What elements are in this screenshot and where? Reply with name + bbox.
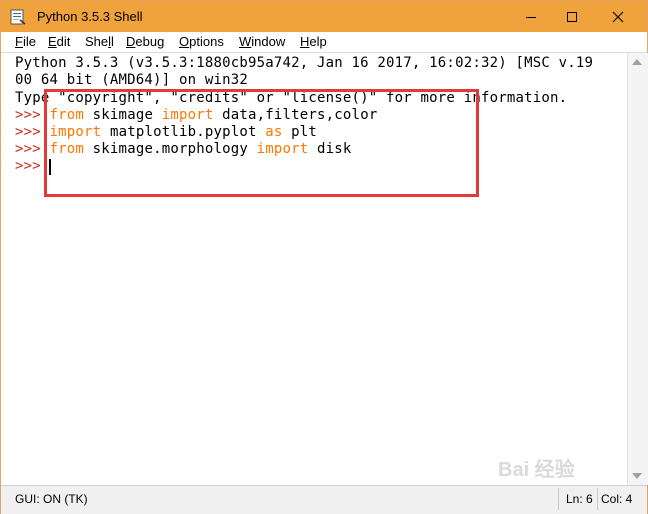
prompt: >>>: [15, 107, 41, 123]
maximize-button[interactable]: [549, 1, 595, 32]
scroll-down-icon[interactable]: [632, 473, 642, 479]
close-icon: [612, 11, 624, 22]
maximize-icon: [567, 11, 577, 22]
menu-debug-label: ebug: [135, 34, 165, 49]
menu-options[interactable]: Options: [179, 34, 224, 49]
menu-file[interactable]: File: [15, 34, 36, 49]
menu-debug-mnemonic: D: [126, 34, 136, 49]
banner-line-2: 00 64 bit (AMD64)] on win32: [15, 72, 248, 88]
menu-window-mnemonic: W: [239, 34, 252, 49]
gui-status: GUI: ON (TK): [15, 492, 88, 506]
python-idle-icon: [10, 9, 26, 25]
menu-window[interactable]: Window: [239, 34, 285, 49]
minimize-button[interactable]: [508, 1, 554, 32]
menu-shell-prefix: She: [85, 34, 109, 49]
close-button[interactable]: [595, 1, 641, 32]
menu-shell-label: l: [111, 34, 114, 49]
status-bar: GUI: ON (TK) Ln: 6 Col: 4: [1, 485, 647, 514]
menu-bar: File Edit Shell Debug Options Window Hel…: [1, 32, 647, 53]
menu-window-label: indow: [251, 34, 286, 49]
menu-edit[interactable]: Edit: [48, 34, 70, 49]
menu-shell[interactable]: Shell: [85, 34, 114, 49]
menu-options-mnemonic: O: [179, 34, 190, 49]
watermark: Bai 经验: [498, 459, 575, 481]
shell-current-prompt-line: >>>: [15, 158, 41, 175]
column-number: Col: 4: [601, 492, 633, 506]
minimize-icon: [526, 16, 536, 18]
status-divider: [597, 488, 598, 510]
title-bar[interactable]: Python 3.5.3 Shell: [1, 1, 647, 32]
idle-shell-window: Python 3.5.3 Shell File Edit Shell Debug…: [0, 0, 648, 514]
window-title: Python 3.5.3 Shell: [37, 9, 143, 24]
menu-help-label: elp: [309, 34, 327, 49]
menu-edit-label: dit: [56, 34, 71, 49]
prompt: >>>: [15, 141, 41, 157]
prompt: >>>: [15, 158, 41, 174]
scroll-up-icon[interactable]: [632, 59, 642, 65]
vertical-scrollbar[interactable]: [627, 53, 648, 485]
status-divider: [558, 488, 559, 510]
menu-debug[interactable]: Debug: [126, 34, 164, 49]
annotation-highlight-box: [44, 89, 479, 197]
menu-options-label: ptions: [189, 34, 224, 49]
menu-file-mnemonic: F: [15, 34, 23, 49]
menu-help[interactable]: Help: [300, 34, 327, 49]
banner-line-1: Python 3.5.3 (v3.5.3:1880cb95a742, Jan 1…: [15, 55, 594, 71]
menu-edit-mnemonic: E: [48, 34, 57, 49]
prompt: >>>: [15, 124, 41, 140]
line-number: Ln: 6: [566, 492, 593, 506]
menu-help-mnemonic: H: [300, 34, 310, 49]
menu-file-label: ile: [22, 34, 36, 49]
